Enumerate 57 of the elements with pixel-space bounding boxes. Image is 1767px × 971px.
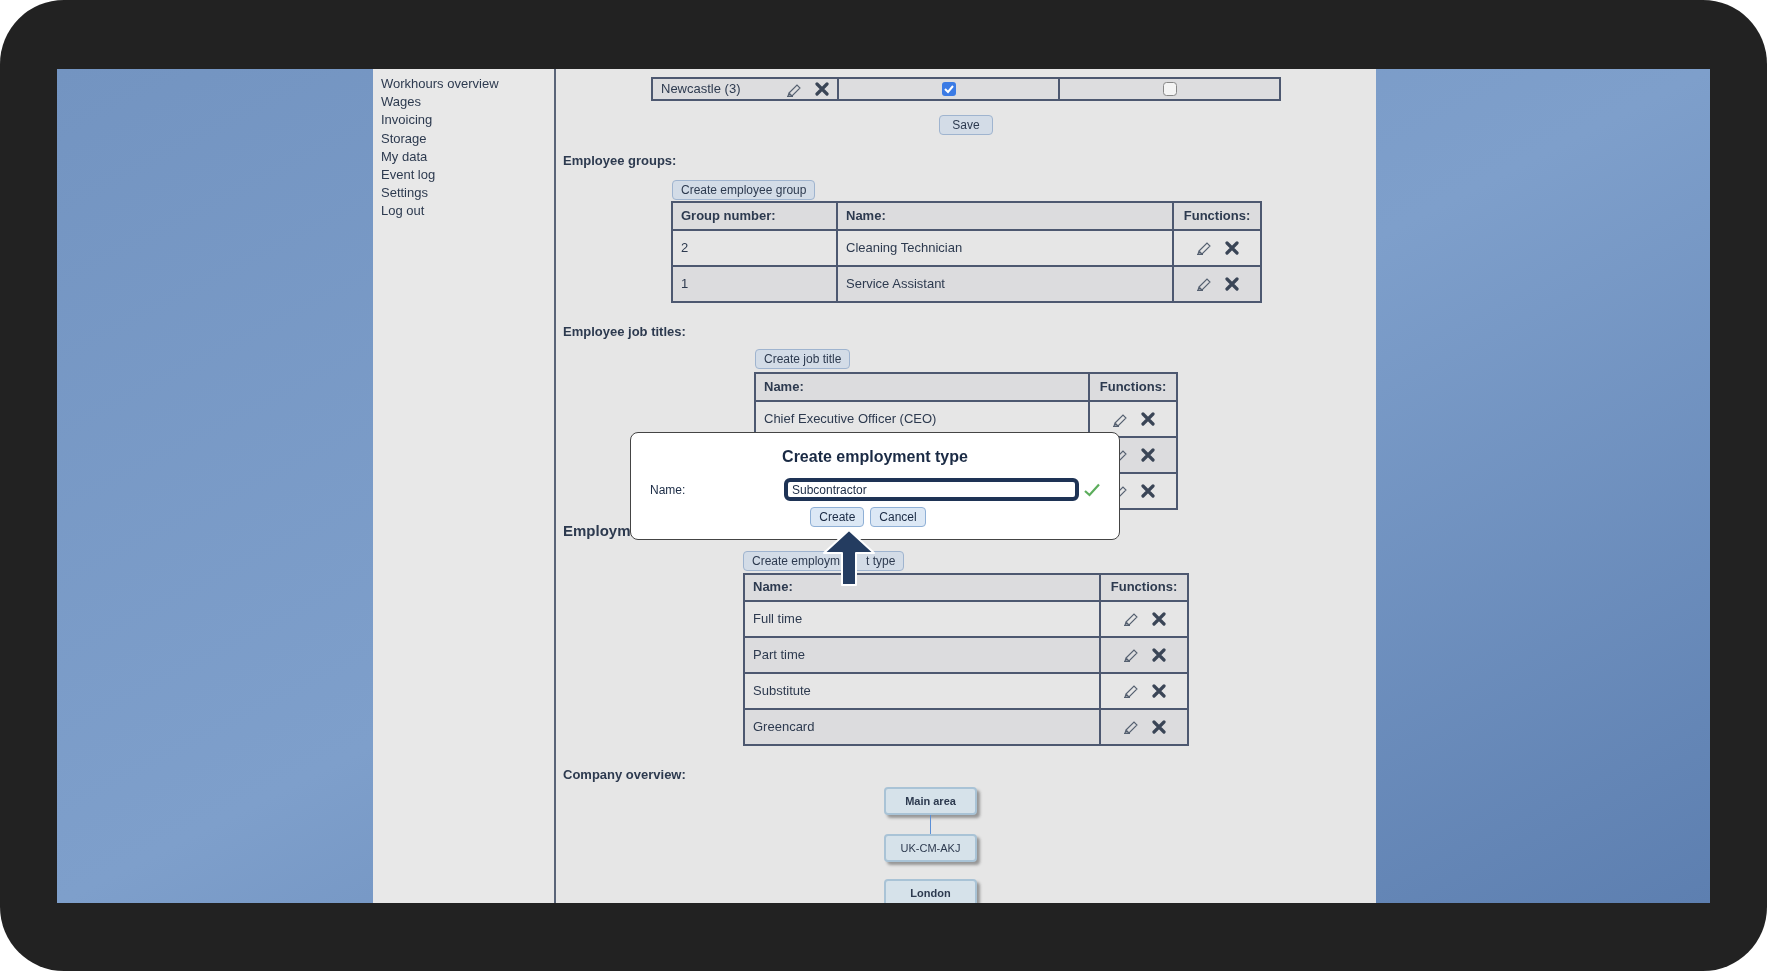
sidebar-link[interactable]: Settings [381,184,554,203]
column-header: Functions: [1173,201,1261,230]
sidebar-link[interactable]: Wages [381,93,554,112]
pencil-icon[interactable] [1122,719,1140,734]
column-header: Name: [837,201,1173,230]
cancel-button[interactable]: Cancel [870,507,926,527]
section-title: Company overview: [563,765,687,784]
delete-icon[interactable] [1151,611,1166,626]
org-node[interactable]: UK-CM-AKJ [884,834,977,862]
column-header: Group number: [672,201,837,230]
delete-icon[interactable] [815,82,829,96]
table-cell: 1 [672,265,837,302]
create-button[interactable]: Create job title [755,349,851,369]
org-node[interactable]: Main area [884,787,977,815]
table-cell: 2 [672,229,837,266]
table-cell: Part time [744,636,1100,673]
column-header: Name: [744,573,1100,601]
save-button[interactable]: Save [939,115,993,135]
pencil-icon[interactable] [1195,240,1213,255]
pencil-icon[interactable] [1122,683,1140,698]
delete-icon[interactable] [1140,412,1155,426]
table-cell: Full time [744,600,1100,637]
checkbox[interactable] [941,82,956,96]
name-field[interactable]: Subcontractor [784,478,1079,501]
column-header: Name: [755,373,1089,401]
connector-line [930,815,931,834]
create-button[interactable]: Create employee group [672,179,816,200]
sidebar-link[interactable]: Workhours overview [381,75,554,94]
org-node[interactable]: London [884,879,977,903]
sidebar-link[interactable]: Log out [381,202,554,221]
delete-icon[interactable] [1140,484,1155,498]
pencil-icon[interactable] [1195,276,1213,291]
pencil-icon[interactable] [1122,611,1140,626]
delete-icon[interactable] [1140,448,1155,462]
table-cell: Service Assistant [837,265,1173,302]
sidebar-link[interactable]: My data [381,147,554,166]
table-cell: Cleaning Technician [837,229,1173,266]
checkbox[interactable] [1162,82,1177,96]
sidebar-link[interactable]: Event log [381,166,554,185]
dialog-title: Create employment type [782,447,968,467]
section-title: Employee job titles: [563,322,687,341]
pencil-icon[interactable] [1122,647,1140,662]
sidebar-link[interactable]: Storage [381,129,554,148]
table-cell: Newcastle (3) [652,78,838,100]
create-button[interactable]: Create [810,507,865,527]
section-title: Employm [563,521,632,541]
table-cell: Substitute [744,672,1100,709]
table-cell: Greencard [744,708,1100,745]
section-title: Employee groups: [563,152,678,170]
delete-icon[interactable] [1224,240,1239,255]
field-label: Name: [650,481,687,499]
sidebar-link[interactable]: Invoicing [381,111,554,130]
delete-icon[interactable] [1151,719,1166,734]
column-header: Functions: [1100,573,1188,601]
delete-icon[interactable] [1151,647,1166,662]
delete-icon[interactable] [1151,683,1166,698]
delete-icon[interactable] [1224,276,1239,291]
